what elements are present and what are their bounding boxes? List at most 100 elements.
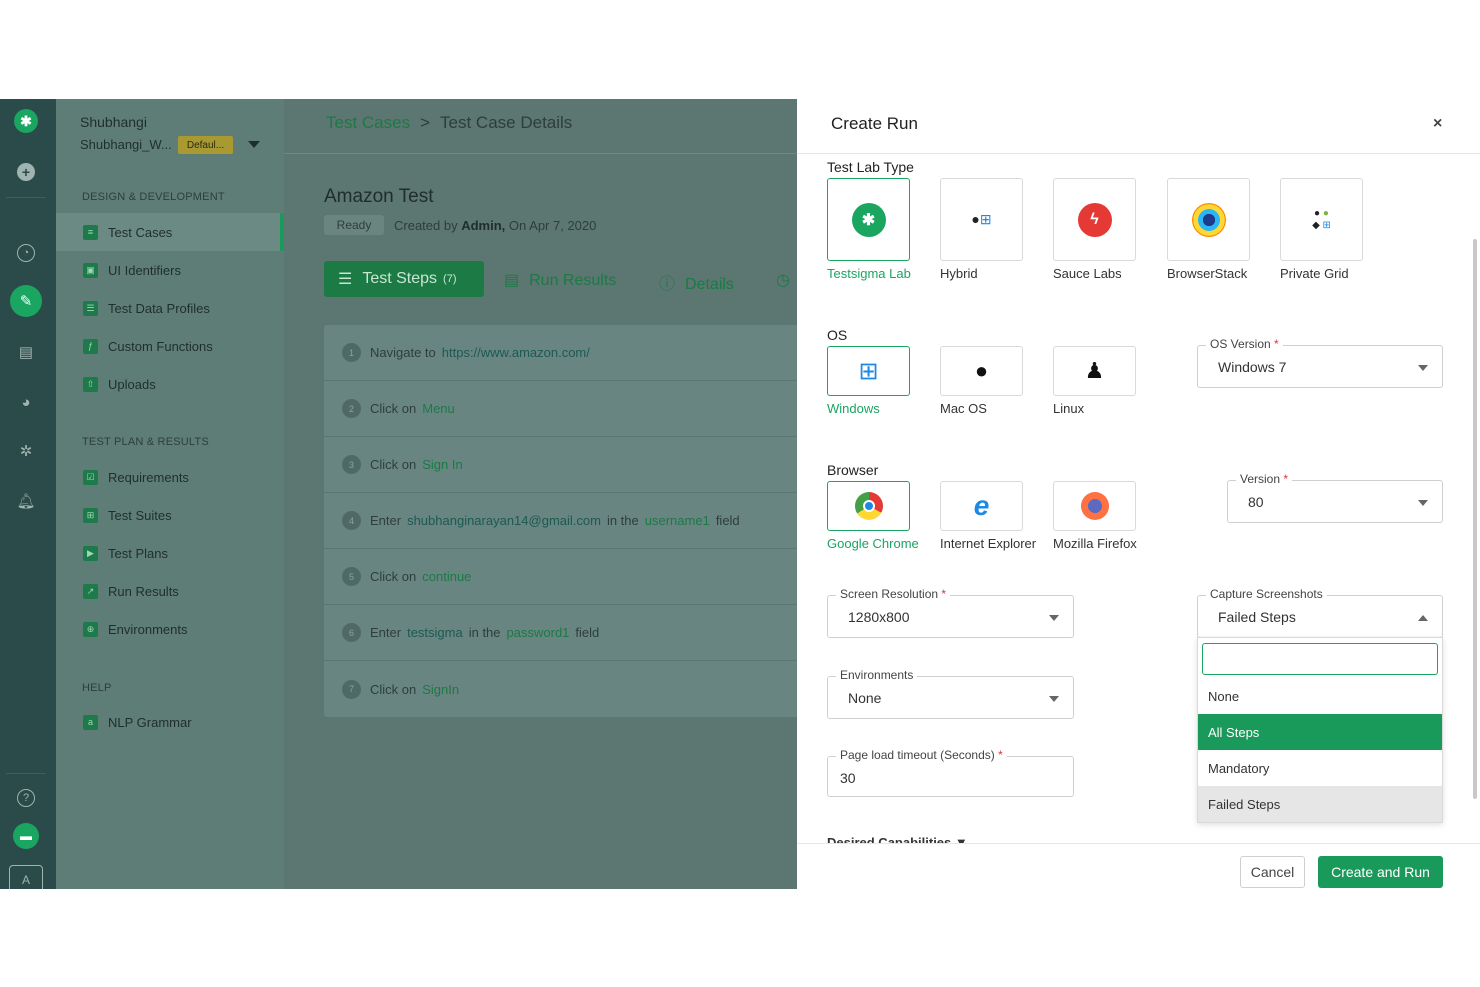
dropdown-option-mandatory[interactable]: Mandatory [1198,750,1442,786]
nav-item-custom-functions[interactable]: ƒ Custom Functions [56,327,284,365]
cancel-button[interactable]: Cancel [1240,856,1305,888]
browser-chrome-tile[interactable] [827,481,910,531]
browser-version-select[interactable]: Version * 80 [1227,472,1443,523]
dropdown-option-none[interactable]: None [1198,678,1442,714]
nav-item-run-results[interactable]: ↗ Run Results [56,572,284,610]
list-item[interactable]: 7 Click on SignIn [324,661,804,717]
step-number: 6 [342,623,361,642]
page-title: Amazon Test [324,186,434,207]
pie-chart-icon[interactable]: ◕ [14,390,38,414]
chat-icon[interactable]: ▬ [13,823,39,849]
create-and-run-button[interactable]: Create and Run [1318,856,1443,888]
nav-item-ui-identifiers[interactable]: ▣ UI Identifiers [56,251,284,289]
dropdown-option-failed-steps[interactable]: Failed Steps [1198,786,1442,822]
nav-item-uploads[interactable]: ⇧ Uploads [56,365,284,403]
browser-ie-label: Internet Explorer [940,536,1037,551]
chevron-down-icon [1418,500,1428,506]
list-item[interactable]: 1 Navigate to https://www.amazon.com/ [324,325,804,381]
sauce-labs-icon: ϟ [1077,202,1112,237]
workspace-name[interactable]: Shubhangi [80,114,147,130]
avatar[interactable]: A [9,865,43,889]
list-item[interactable]: 4 Enter shubhanginarayan14@gmail.com in the… [324,493,804,549]
chevron-down-icon [1049,696,1059,702]
list-item[interactable]: 2 Click on Menu [324,381,804,437]
add-icon[interactable]: + [17,163,35,181]
nav-item-test-data-profiles[interactable]: ☰ Test Data Profiles [56,289,284,327]
nav-item-label: Test Plans [108,545,168,561]
capture-screenshots-select[interactable]: Capture Screenshots Failed Steps [1197,587,1443,638]
chevron-down-icon[interactable] [248,141,260,148]
list-item[interactable]: 3 Click on Sign In [324,437,804,493]
help-icon[interactable]: ? [17,789,35,807]
header-divider [284,153,798,154]
custom-functions-icon: ƒ [83,338,98,354]
info-icon: ⓘ [659,276,676,293]
nav-item-label: NLP Grammar [108,714,192,730]
step-mid: in the [606,513,639,528]
close-icon[interactable]: × [1433,115,1442,133]
modal-scrollbar[interactable] [1473,239,1477,799]
nav-item-label: Uploads [108,376,156,392]
dashboard-icon[interactable]: ◔ [17,244,35,262]
left-nav: Shubhangi Shubhangi_W... Defaul... DESIG… [56,99,284,889]
field-value: Windows 7 [1218,359,1287,375]
chevron-down-icon [1418,365,1428,371]
lab-testsigma-tile[interactable]: ✱ [827,178,910,261]
linux-icon: ♟ [1084,358,1105,383]
tab-test-steps[interactable]: ☰ Test Steps (7) [324,261,484,297]
lab-hybrid-tile[interactable]: ●⊞ [940,178,1023,261]
screen-resolution-select[interactable]: Screen Resolution * 1280x800 [827,587,1074,638]
created-on: On Apr 7, 2020 [508,218,597,233]
field-value: 30 [840,770,856,786]
nav-item-test-plans[interactable]: ▶ Test Plans [56,534,284,572]
step-action: Navigate to [370,345,436,360]
edit-icon[interactable]: ✎ [10,285,42,317]
nav-item-environments[interactable]: ⊕ Environments [56,610,284,648]
lab-saucelabs-tile[interactable]: ϟ [1053,178,1136,261]
modal-title: Create Run [831,114,918,133]
field-label: Screen Resolution * [836,587,951,601]
breadcrumb-root[interactable]: Test Cases [326,113,410,132]
nav-item-test-suites[interactable]: ⊞ Test Suites [56,496,284,534]
step-action: Enter [370,625,402,640]
environments-select[interactable]: Environments None [827,668,1074,719]
lab-privategrid-tile[interactable]: ● ● ◆ ⊞ [1280,178,1363,261]
field-value: 80 [1248,494,1264,510]
nav-item-test-cases[interactable]: ≡ Test Cases [56,213,284,251]
dropdown-option-all-steps[interactable]: All Steps [1198,714,1442,750]
os-version-select[interactable]: OS Version * Windows 7 [1197,337,1443,388]
settings-bug-icon[interactable]: ✲ [14,439,38,463]
step-suffix: field [575,625,600,640]
step-target: password1 [506,625,570,640]
tab-run-results[interactable]: ▤ Run Results [504,270,616,290]
list-item[interactable]: 5 Click on continue [324,549,804,605]
testsigma-logo-icon[interactable]: ✱ [14,109,38,133]
os-macos-tile[interactable]: ● [940,346,1023,396]
firefox-icon [1080,492,1109,520]
briefcase-icon[interactable]: ▤ [14,340,38,364]
nav-item-nlp-grammar[interactable]: a NLP Grammar [56,703,284,741]
browser-firefox-tile[interactable] [1053,481,1136,531]
apple-icon: ● [974,358,989,383]
clock-icon[interactable]: ◷ [776,270,790,290]
bell-icon[interactable]: 🔔︎ [14,489,38,513]
step-target: https://www.amazon.com/ [441,345,590,360]
windows-icon: ⊞ [858,357,879,385]
page-load-timeout-input[interactable]: Page load timeout (Seconds) * 30 [827,748,1074,797]
os-macos-label: Mac OS [940,401,987,416]
nav-section-title: HELP [82,682,112,694]
dropdown-search-input[interactable] [1202,643,1438,675]
browser-ie-tile[interactable]: e [940,481,1023,531]
os-linux-tile[interactable]: ♟ [1053,346,1136,396]
list-item[interactable]: 6 Enter testsigma in the password1 field [324,605,804,661]
modal-header-divider [797,153,1480,154]
field-value: Failed Steps [1218,609,1296,625]
tab-label: Test Steps [362,270,438,287]
lab-browserstack-tile[interactable] [1167,178,1250,261]
app: ✱ + ◔ ✎ ▤ ◕ ✲ 🔔︎ ? ▬ A Shubhangi Shubhan… [0,99,1480,889]
field-value: None [848,690,882,706]
tab-details[interactable]: ⓘ Details [659,270,734,294]
os-windows-tile[interactable]: ⊞ [827,346,910,396]
workspace-sub[interactable]: Shubhangi_W... [80,137,172,152]
nav-item-requirements[interactable]: ☑ Requirements [56,458,284,496]
